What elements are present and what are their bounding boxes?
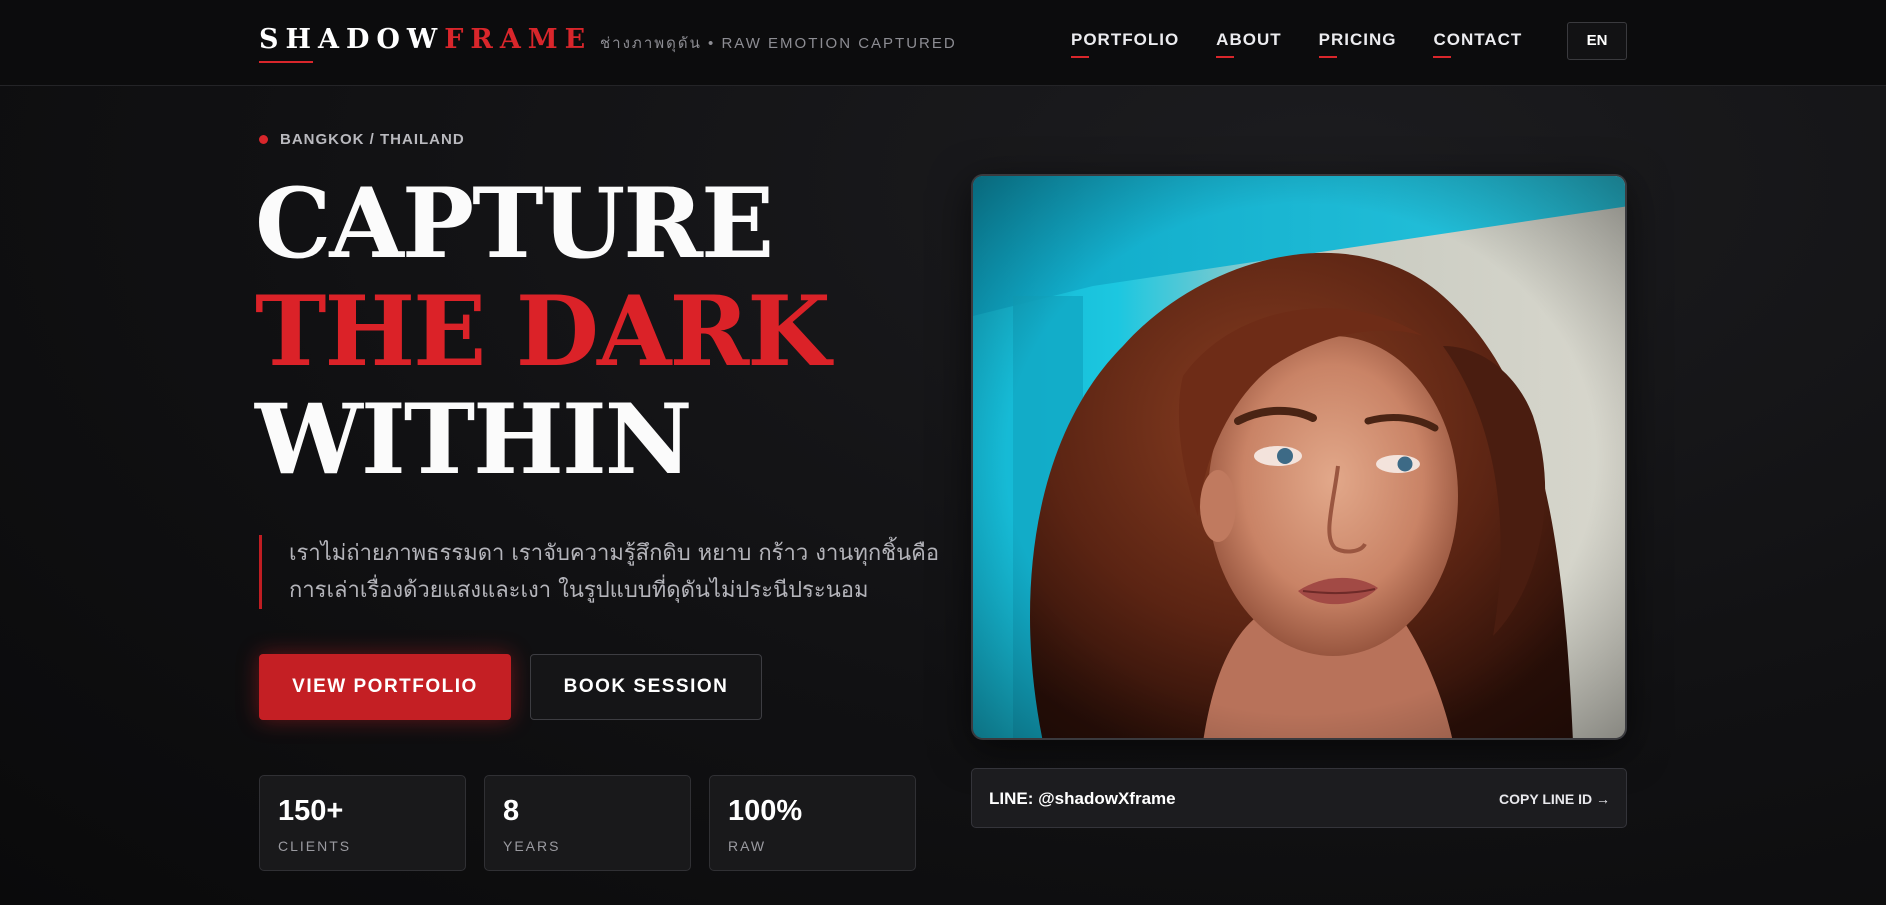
brand-logo[interactable]: SHADOWFRAME xyxy=(259,24,592,56)
hero-portrait-photo xyxy=(971,174,1627,740)
stat-value: 150+ xyxy=(278,795,344,827)
location-dot xyxy=(259,135,268,144)
book-session-button[interactable]: BOOK SESSION xyxy=(530,654,762,720)
stat-label: CLIENTS xyxy=(278,838,352,854)
stat-card-years: 8 YEARS xyxy=(484,775,691,871)
view-portfolio-button[interactable]: VIEW PORTFOLIO xyxy=(259,654,511,720)
site-header: SHADOWFRAME ช่างภาพดุดัน • RAW EMOTION C… xyxy=(0,0,1886,86)
headline-line-3: WITHIN xyxy=(255,383,693,496)
line-contact-bar: LINE: @shadowXframe COPY LINE ID → xyxy=(971,768,1627,828)
brand-name-frame: FRAME xyxy=(444,24,593,55)
brand-tagline: ช่างภาพดุดัน • RAW EMOTION CAPTURED xyxy=(600,35,957,52)
portrait-illustration xyxy=(973,176,1625,738)
copy-line-id-button[interactable]: COPY LINE ID → xyxy=(1499,791,1610,807)
nav-contact[interactable]: CONTACT xyxy=(1433,30,1522,58)
intro-line-1: เราไม่ถ่ายภาพธรรมดา เราจับความรู้สึกดิบ … xyxy=(289,541,940,566)
stat-card-clients: 150+ CLIENTS xyxy=(259,775,466,871)
hero-intro: เราไม่ถ่ายภาพธรรมดา เราจับความรู้สึกดิบ … xyxy=(259,535,940,609)
language-button[interactable]: EN xyxy=(1567,22,1627,60)
headline-line-2: THE DARK xyxy=(255,275,831,388)
nav-portfolio[interactable]: PORTFOLIO xyxy=(1071,30,1179,58)
brand-name-shadow: SHADOW xyxy=(259,24,445,55)
stat-label: RAW xyxy=(728,838,767,854)
headline-line-1: CAPTURE xyxy=(255,167,774,280)
brand-underline xyxy=(259,61,313,63)
location-label: BANGKOK / THAILAND xyxy=(280,131,465,148)
stat-value: 8 xyxy=(503,795,520,827)
stat-value: 100% xyxy=(728,795,803,827)
nav-about[interactable]: ABOUT xyxy=(1216,30,1281,58)
hero-headline: CAPTURE THE DARK WITHIN xyxy=(255,167,831,496)
main-nav: PORTFOLIO ABOUT PRICING CONTACT xyxy=(1071,30,1522,58)
intro-line-2: การเล่าเรื่องด้วยแสงและเงา ในรูปแบบที่ดุ… xyxy=(289,578,869,603)
line-id-text: LINE: @shadowXframe xyxy=(989,789,1176,808)
location-tag: BANGKOK / THAILAND xyxy=(259,131,465,148)
nav-pricing[interactable]: PRICING xyxy=(1318,30,1397,58)
stat-label: YEARS xyxy=(503,838,561,854)
stat-card-raw: 100% RAW xyxy=(709,775,916,871)
